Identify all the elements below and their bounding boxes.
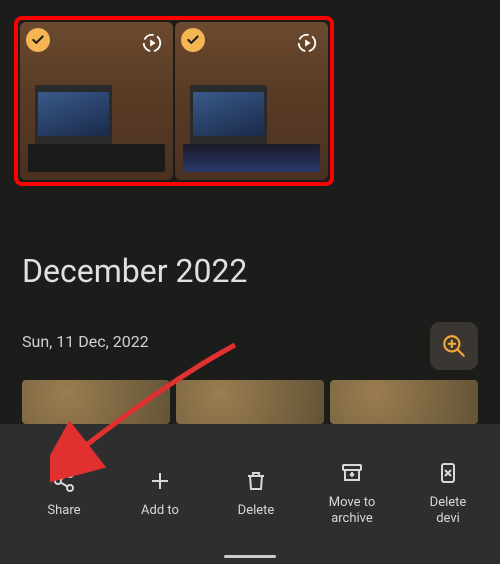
zoom-in-button[interactable] [430,322,478,370]
trash-icon [244,469,268,493]
photo-thumbnail-small[interactable] [22,380,170,424]
delete-device-icon [436,461,460,485]
share-icon [52,469,76,493]
drag-handle[interactable] [224,555,276,558]
zoom-in-icon [441,333,467,359]
photo-thumbnail[interactable] [175,22,328,180]
action-label: Add to [141,503,179,519]
selected-photos-group [14,16,334,186]
motion-photo-icon [141,32,163,54]
action-label: Share [47,503,80,519]
action-label: Move to archive [329,495,376,528]
date-label: Sun, 11 Dec, 2022 [22,332,149,351]
photo-thumbnail[interactable] [20,22,173,180]
archive-button[interactable]: Move to archive [304,461,400,528]
delete-from-device-button[interactable]: Delete devi [400,461,496,528]
add-to-button[interactable]: Add to [112,469,208,519]
check-icon [26,28,50,52]
check-icon [181,28,205,52]
action-label: Delete devi [430,495,467,528]
action-bar: Share Add to Delete Move to archive Dele… [0,424,500,564]
share-button[interactable]: Share [16,469,112,519]
plus-icon [148,469,172,493]
archive-icon [340,461,364,485]
date-thumbnails-row [22,380,478,424]
photo-thumbnail-small[interactable] [330,380,478,424]
delete-button[interactable]: Delete [208,469,304,519]
motion-photo-icon [296,32,318,54]
month-title: December 2022 [22,252,247,290]
photo-thumbnail-small[interactable] [176,380,324,424]
action-label: Delete [238,503,275,519]
